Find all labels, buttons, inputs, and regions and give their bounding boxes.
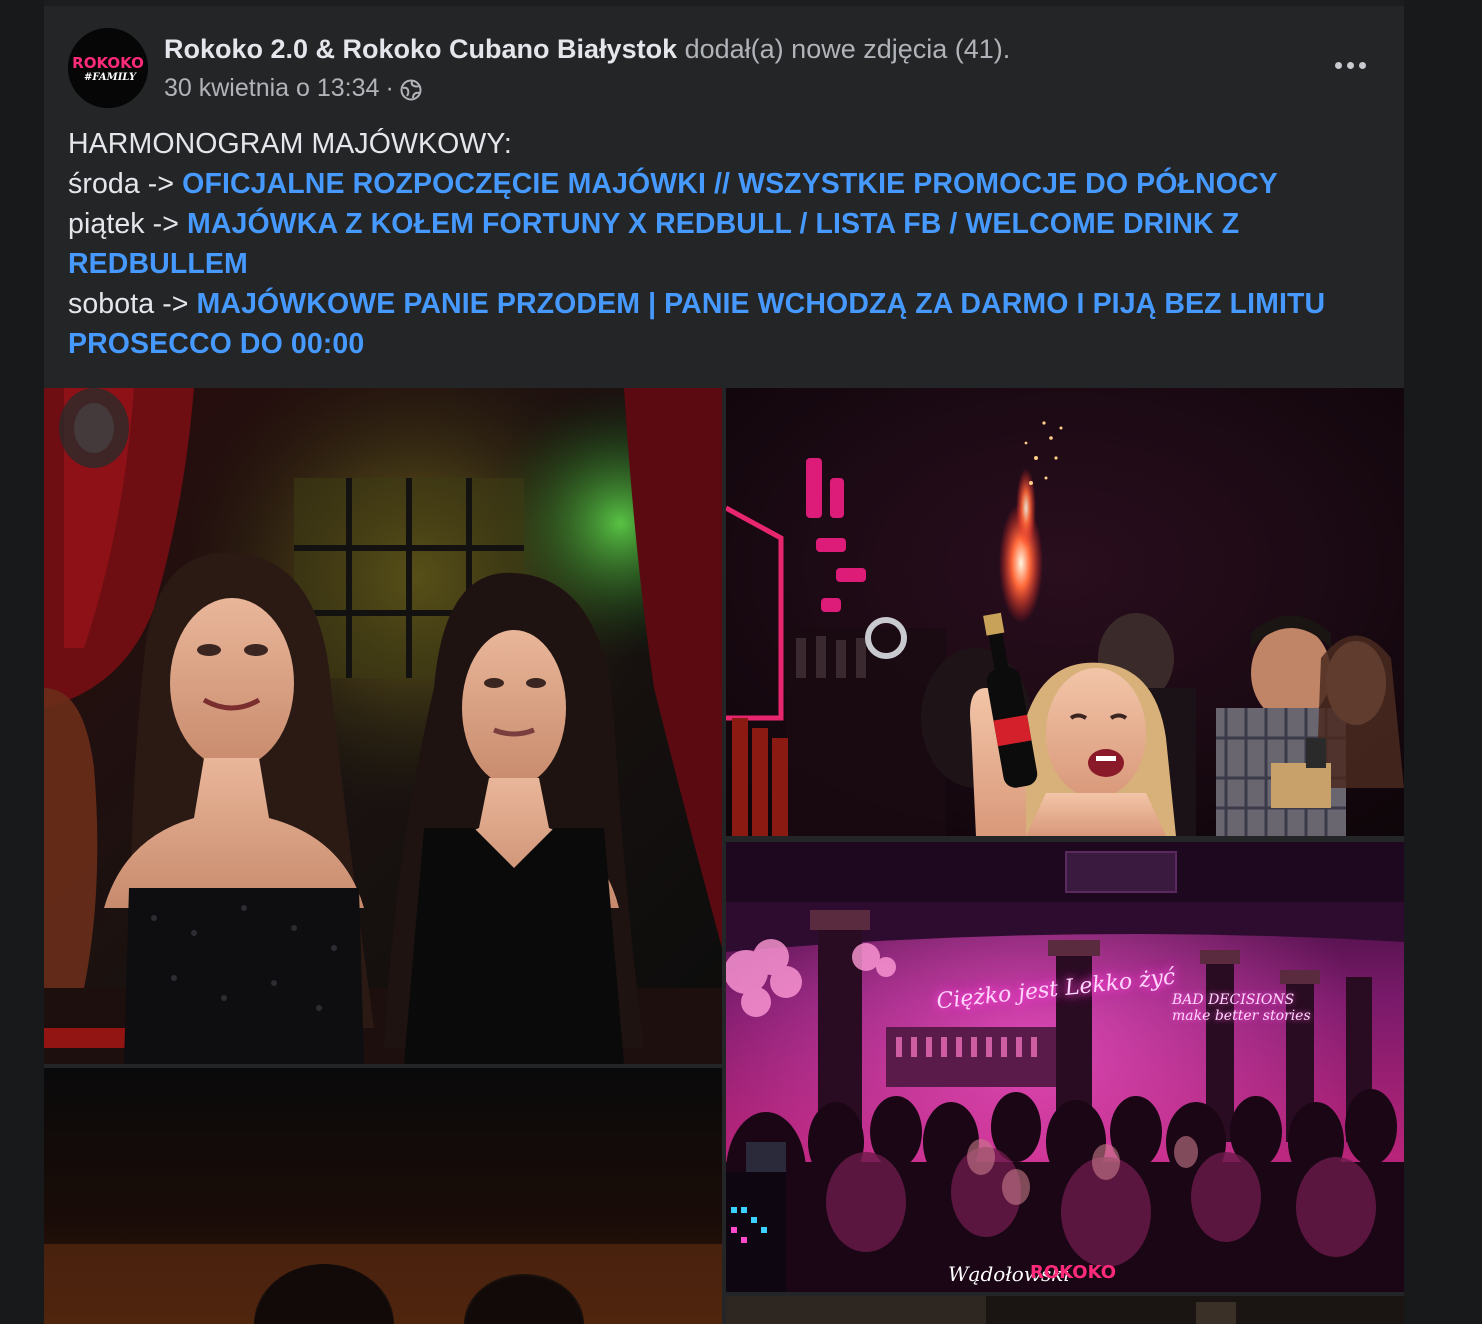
schedule-day: piątek ->	[68, 208, 188, 240]
schedule-event-link[interactable]: OFICJALNE ROZPOCZĘCIE MAJÓWKI // WSZYSTK…	[182, 168, 1278, 200]
post-body: HARMONOGRAM MAJÓWKOWY: środa -> OFICJALN…	[68, 124, 1388, 364]
author-line: Rokoko 2.0 & Rokoko Cubano Białystok dod…	[164, 32, 1010, 66]
schedule-day: sobota ->	[68, 288, 197, 320]
schedule-line-wednesday: środa -> OFICJALNE ROZPOCZĘCIE MAJÓWKI /…	[68, 164, 1388, 204]
author-name-link[interactable]: Rokoko 2.0 & Rokoko Cubano Białystok	[164, 34, 677, 64]
post-timestamp-link[interactable]: 30 kwietnia o 13:34	[164, 72, 379, 104]
photo-1[interactable]	[44, 388, 722, 1064]
schedule-line-friday: piątek -> MAJÓWKA Z KOŁEM FORTUNY X REDB…	[68, 204, 1388, 284]
photo-5[interactable]	[726, 1296, 1404, 1324]
brand-watermark: ROKOKO	[1030, 1262, 1117, 1283]
photo-3[interactable]: Ciężko jest Lekko żyć BAD DECISIONS make…	[726, 842, 1404, 1292]
post-heading: HARMONOGRAM MAJÓWKOWY:	[68, 128, 512, 160]
post-action-text: dodał(a) nowe zdjęcia (41).	[684, 34, 1011, 64]
schedule-event-link[interactable]: MAJÓWKA Z KOŁEM FORTUNY X REDBULL / LIST…	[68, 208, 1239, 280]
schedule-event-link[interactable]: MAJÓWKOWE PANIE PRZODEM | PANIE WCHODZĄ …	[68, 288, 1325, 360]
globe-icon[interactable]	[400, 77, 422, 101]
post-meta: 30 kwietnia o 13:34 ·	[164, 72, 422, 104]
post-header: ROKOKO #FAMILY Rokoko 2.0 & Rokoko Cuban…	[68, 28, 1378, 108]
schedule-line-saturday: sobota -> MAJÓWKOWE PANIE PRZODEM | PANI…	[68, 284, 1388, 364]
schedule-day: środa ->	[68, 168, 183, 200]
more-options-icon	[1332, 61, 1368, 69]
more-options-button[interactable]	[1322, 48, 1378, 82]
neon-sign-side-line-2: make better stories	[1172, 1008, 1311, 1024]
photo-grid: Ciężko jest Lekko żyć BAD DECISIONS make…	[44, 388, 1404, 1324]
meta-separator: ·	[385, 74, 394, 102]
previous-post-edge	[44, 0, 1404, 6]
avatar-logo-top: ROKOKO	[72, 54, 144, 72]
photo-4[interactable]	[44, 1068, 722, 1324]
avatar-logo-bottom: #FAMILY	[84, 72, 137, 83]
neon-sign-side-line-1: BAD DECISIONS	[1172, 992, 1295, 1008]
photo-2[interactable]	[726, 388, 1404, 836]
avatar[interactable]: ROKOKO #FAMILY	[68, 28, 148, 108]
page: ROKOKO #FAMILY Rokoko 2.0 & Rokoko Cuban…	[0, 0, 1482, 1324]
neon-sign-side: BAD DECISIONS make better stories	[1172, 992, 1311, 1024]
feed-post: ROKOKO #FAMILY Rokoko 2.0 & Rokoko Cuban…	[44, 0, 1404, 1324]
avatar-logo: ROKOKO #FAMILY	[68, 28, 148, 108]
